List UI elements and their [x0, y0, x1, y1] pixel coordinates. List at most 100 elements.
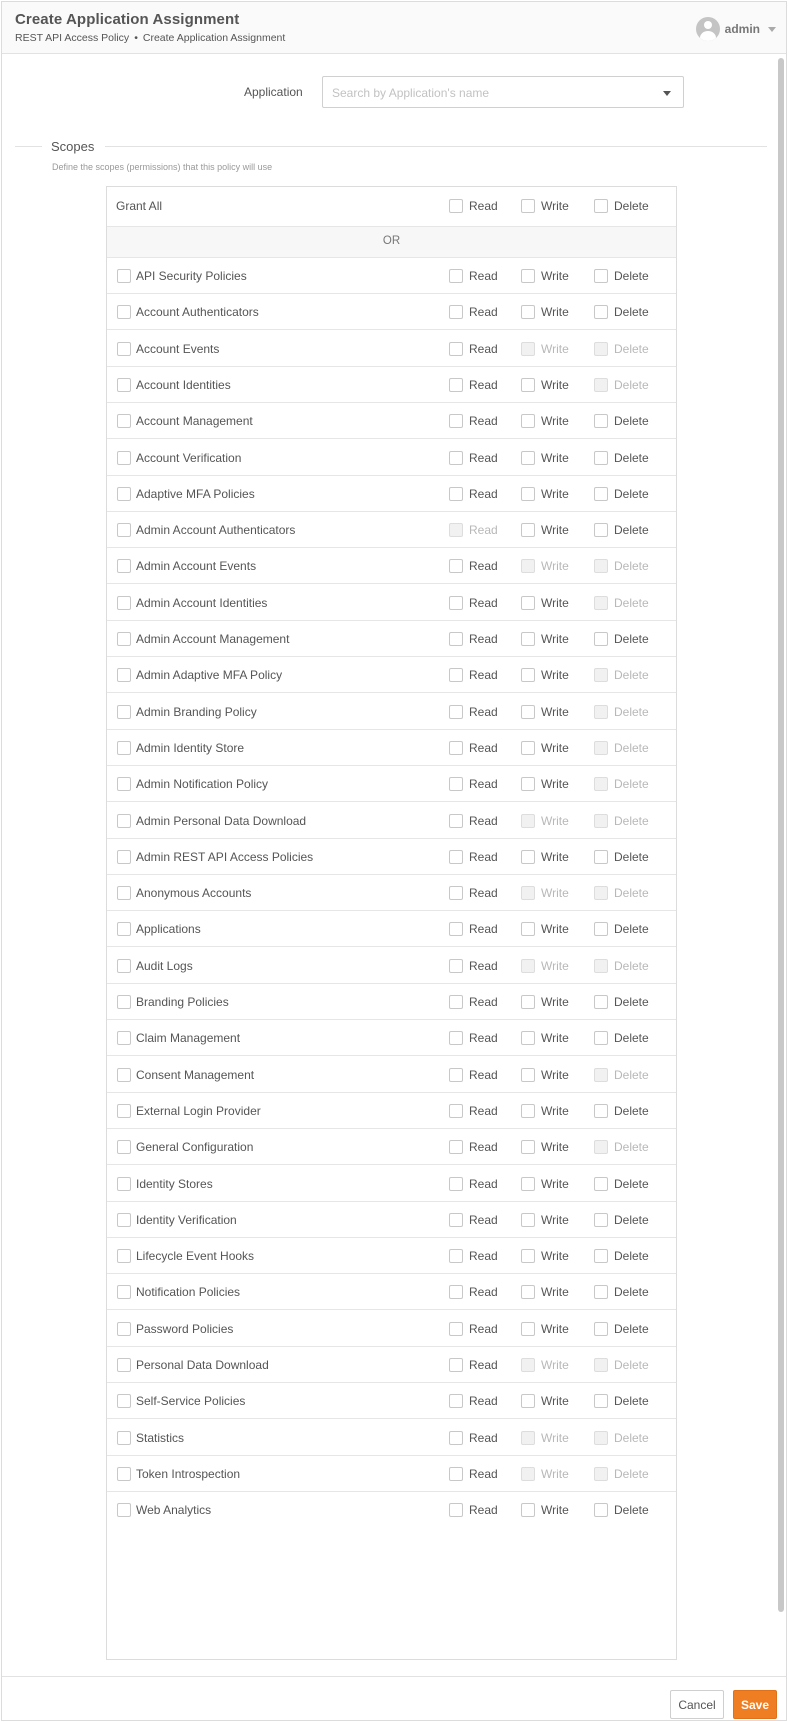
delete-checkbox[interactable]: [594, 1285, 608, 1300]
scope-checkbox[interactable]: [117, 1176, 131, 1191]
scope-checkbox[interactable]: [117, 1321, 131, 1336]
read-checkbox[interactable]: [449, 849, 463, 864]
write-checkbox[interactable]: [521, 450, 535, 465]
delete-checkbox[interactable]: [594, 1321, 608, 1336]
grant-all-delete-checkbox[interactable]: [594, 199, 608, 213]
read-checkbox[interactable]: [449, 559, 463, 574]
write-checkbox[interactable]: [521, 995, 535, 1009]
write-checkbox[interactable]: [521, 1067, 535, 1082]
scope-checkbox[interactable]: [117, 958, 131, 973]
scope-checkbox[interactable]: [117, 1212, 131, 1227]
application-select[interactable]: Search by Application's name: [322, 76, 684, 108]
read-checkbox[interactable]: [449, 486, 463, 501]
read-checkbox[interactable]: [449, 1031, 463, 1046]
delete-checkbox[interactable]: [594, 269, 608, 283]
write-checkbox[interactable]: [521, 849, 535, 864]
scope-checkbox[interactable]: [117, 1503, 131, 1518]
read-checkbox[interactable]: [449, 777, 463, 792]
delete-checkbox[interactable]: [594, 486, 608, 501]
read-checkbox[interactable]: [449, 1394, 463, 1409]
read-checkbox[interactable]: [449, 632, 463, 646]
delete-checkbox[interactable]: [594, 1249, 608, 1264]
read-checkbox[interactable]: [449, 1212, 463, 1227]
delete-checkbox[interactable]: [594, 1176, 608, 1191]
scope-checkbox[interactable]: [117, 922, 131, 937]
delete-checkbox[interactable]: [594, 922, 608, 937]
scope-checkbox[interactable]: [117, 1466, 131, 1481]
delete-checkbox[interactable]: [594, 1394, 608, 1409]
read-checkbox[interactable]: [449, 958, 463, 973]
write-checkbox[interactable]: [521, 668, 535, 683]
write-checkbox[interactable]: [521, 1103, 535, 1118]
write-checkbox[interactable]: [521, 1503, 535, 1518]
read-checkbox[interactable]: [449, 704, 463, 719]
write-checkbox[interactable]: [521, 1321, 535, 1336]
scope-checkbox[interactable]: [117, 704, 131, 719]
scope-checkbox[interactable]: [117, 595, 131, 610]
read-checkbox[interactable]: [449, 813, 463, 828]
delete-checkbox[interactable]: [594, 632, 608, 646]
scope-checkbox[interactable]: [117, 668, 131, 683]
delete-checkbox[interactable]: [594, 450, 608, 465]
scope-checkbox[interactable]: [117, 813, 131, 828]
write-checkbox[interactable]: [521, 704, 535, 719]
delete-checkbox[interactable]: [594, 1212, 608, 1227]
read-checkbox[interactable]: [449, 414, 463, 429]
delete-checkbox[interactable]: [594, 995, 608, 1009]
read-checkbox[interactable]: [449, 1249, 463, 1264]
read-checkbox[interactable]: [449, 1503, 463, 1518]
delete-checkbox[interactable]: [594, 1031, 608, 1046]
write-checkbox[interactable]: [521, 1394, 535, 1409]
read-checkbox[interactable]: [449, 450, 463, 465]
scope-checkbox[interactable]: [117, 1140, 131, 1155]
read-checkbox[interactable]: [449, 1358, 463, 1372]
read-checkbox[interactable]: [449, 1430, 463, 1445]
write-checkbox[interactable]: [521, 523, 535, 538]
scope-checkbox[interactable]: [117, 1103, 131, 1118]
write-checkbox[interactable]: [521, 1285, 535, 1300]
scope-checkbox[interactable]: [117, 305, 131, 320]
delete-checkbox[interactable]: [594, 849, 608, 864]
scope-checkbox[interactable]: [117, 450, 131, 465]
scrollbar-thumb[interactable]: [778, 58, 784, 1612]
read-checkbox[interactable]: [449, 305, 463, 320]
scope-checkbox[interactable]: [117, 269, 131, 283]
read-checkbox[interactable]: [449, 995, 463, 1009]
read-checkbox[interactable]: [449, 1466, 463, 1481]
write-checkbox[interactable]: [521, 305, 535, 320]
scope-checkbox[interactable]: [117, 414, 131, 429]
delete-checkbox[interactable]: [594, 414, 608, 429]
user-menu[interactable]: admin: [695, 17, 776, 41]
delete-checkbox[interactable]: [594, 305, 608, 320]
scope-checkbox[interactable]: [117, 849, 131, 864]
delete-checkbox[interactable]: [594, 523, 608, 538]
read-checkbox[interactable]: [449, 1285, 463, 1300]
scope-checkbox[interactable]: [117, 995, 131, 1009]
write-checkbox[interactable]: [521, 922, 535, 937]
cancel-button[interactable]: Cancel: [670, 1690, 724, 1719]
scope-checkbox[interactable]: [117, 1358, 131, 1372]
read-checkbox[interactable]: [449, 341, 463, 356]
grant-all-write-checkbox[interactable]: [521, 199, 535, 213]
write-checkbox[interactable]: [521, 632, 535, 646]
write-checkbox[interactable]: [521, 486, 535, 501]
breadcrumb-item-policy[interactable]: REST API Access Policy: [15, 32, 129, 44]
write-checkbox[interactable]: [521, 1031, 535, 1046]
read-checkbox[interactable]: [449, 1321, 463, 1336]
read-checkbox[interactable]: [449, 886, 463, 901]
write-checkbox[interactable]: [521, 1140, 535, 1155]
read-checkbox[interactable]: [449, 595, 463, 610]
scope-checkbox[interactable]: [117, 559, 131, 574]
scope-checkbox[interactable]: [117, 1031, 131, 1046]
scope-checkbox[interactable]: [117, 523, 131, 538]
read-checkbox[interactable]: [449, 922, 463, 937]
write-checkbox[interactable]: [521, 595, 535, 610]
save-button[interactable]: Save: [733, 1690, 777, 1719]
read-checkbox[interactable]: [449, 1103, 463, 1118]
scrollbar[interactable]: [778, 56, 784, 1614]
grant-all-read-checkbox[interactable]: [449, 199, 463, 213]
delete-checkbox[interactable]: [594, 1503, 608, 1518]
scope-checkbox[interactable]: [117, 1430, 131, 1445]
write-checkbox[interactable]: [521, 269, 535, 283]
scope-checkbox[interactable]: [117, 1285, 131, 1300]
